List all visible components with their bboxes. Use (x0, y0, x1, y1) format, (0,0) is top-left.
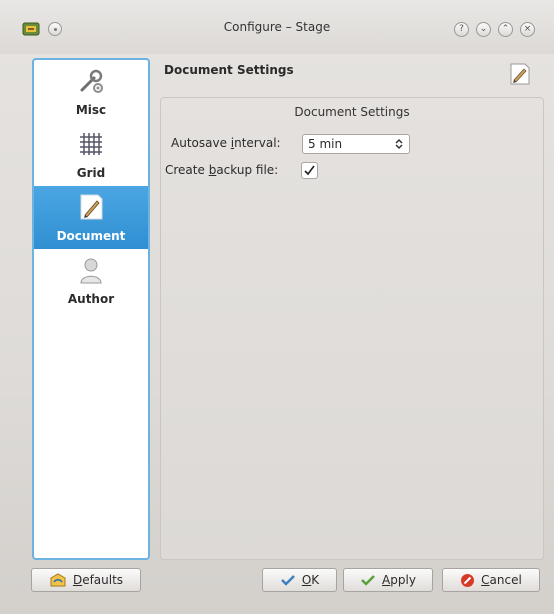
cancel-icon (461, 573, 475, 587)
label-text: Autosave (171, 136, 231, 150)
ok-button[interactable]: OK (262, 568, 337, 592)
sidebar-item-label: Misc (75, 103, 107, 117)
title-bar[interactable]: Configure – Stage ? ⌄ ⌃ × (0, 0, 554, 54)
apply-check-icon (361, 575, 375, 586)
checkmark-icon (304, 165, 315, 176)
sidebar-item-misc[interactable]: Misc (34, 60, 148, 123)
group-title: Document Settings (294, 105, 410, 119)
configure-dialog: Configure – Stage ? ⌄ ⌃ × Misc Grid Docu… (0, 0, 554, 614)
button-label: Cancel (481, 573, 522, 587)
sidebar-item-label: Document (56, 229, 126, 243)
defaults-button[interactable]: Defaults (31, 568, 141, 592)
sidebar-item-label: Author (67, 292, 115, 306)
user-icon (80, 258, 102, 284)
document-pen-icon (80, 194, 103, 220)
label-text: Create (165, 163, 209, 177)
sidebar-item-grid[interactable]: Grid (34, 123, 148, 186)
maximize-button[interactable]: ⌃ (498, 22, 513, 37)
restore-defaults-icon (50, 573, 66, 587)
spin-arrows-icon[interactable] (394, 138, 404, 150)
help-button[interactable]: ? (454, 22, 469, 37)
create-backup-checkbox[interactable] (301, 162, 318, 179)
check-icon (280, 575, 295, 586)
cancel-button[interactable]: Cancel (442, 568, 540, 592)
create-backup-label: Create backup file: (165, 163, 278, 177)
autosave-interval-label: Autosave interval: (171, 136, 281, 150)
label-text: nterval: (234, 136, 281, 150)
label-text: ackup file: (216, 163, 279, 177)
button-label: OK (301, 573, 320, 587)
page-list: Misc Grid Document Author (32, 58, 150, 560)
document-pen-icon (510, 63, 530, 85)
button-label: Defaults (72, 573, 124, 587)
window-title: Configure – Stage (223, 20, 331, 34)
close-button[interactable]: × (520, 22, 535, 37)
minimize-button[interactable]: ⌄ (476, 22, 491, 37)
page-title: Document Settings (164, 63, 294, 77)
apply-button[interactable]: Apply (343, 568, 433, 592)
grid-icon (80, 133, 102, 155)
wrench-icon (80, 69, 103, 93)
sidebar-item-label: Grid (76, 166, 106, 180)
autosave-interval-value: 5 min (308, 137, 343, 151)
button-label: Apply (382, 573, 416, 587)
autosave-interval-spinbox[interactable]: 5 min (302, 134, 410, 154)
sidebar-item-author[interactable]: Author (34, 249, 148, 312)
sidebar-item-document[interactable]: Document (34, 186, 148, 249)
